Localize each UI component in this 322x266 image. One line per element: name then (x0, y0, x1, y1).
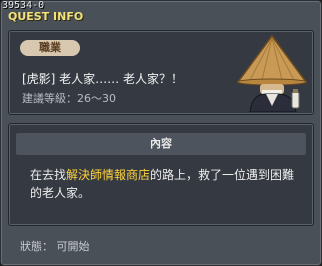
npc-portrait (236, 34, 308, 112)
window-title: QUEST INFO (8, 10, 84, 23)
job-badge: 職業 (20, 40, 80, 56)
content-header: 內容 (16, 133, 306, 155)
quest-name: [虎影] 老人家…… 老人家？！ (22, 72, 183, 86)
quest-status: 狀態： 可開始 (20, 240, 90, 253)
npc-link-solver-info-shop[interactable]: 解決師情報商店 (66, 168, 150, 182)
content-text-before: 在去找 (30, 168, 67, 182)
level-requirement: 建議等級：26～30 (22, 92, 116, 105)
content-description: 在去找解決師情報商店的路上，救了一位遇到困難的老人家。 (30, 166, 300, 202)
